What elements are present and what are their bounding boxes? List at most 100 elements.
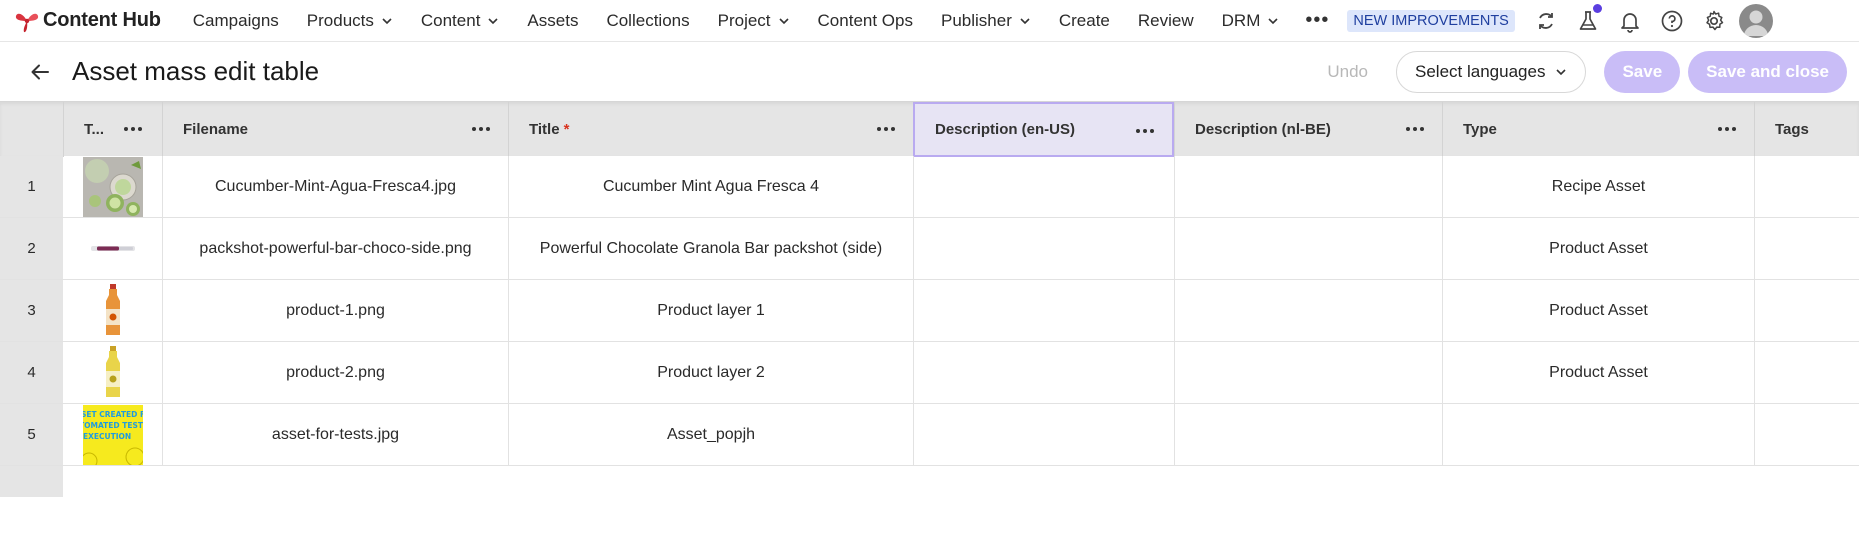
cell-description-nl-be[interactable] (1174, 342, 1442, 403)
column-menu-icon[interactable] (877, 122, 895, 136)
nav-label: Publisher (940, 10, 1012, 30)
cell-description-nl-be[interactable] (1174, 280, 1442, 341)
nav-campaigns[interactable]: Campaigns (179, 0, 293, 42)
refresh-button[interactable] (1525, 0, 1567, 42)
nav-label: Project (717, 10, 771, 30)
notifications-button[interactable] (1609, 0, 1651, 42)
nav-content[interactable]: Content (407, 0, 514, 42)
column-header-thumbnail[interactable]: T... (63, 102, 162, 157)
nav-review[interactable]: Review (1124, 0, 1208, 42)
column-menu-icon[interactable] (124, 122, 142, 136)
column-header-description-en-us[interactable]: Description (en-US) (913, 102, 1174, 157)
page-title: Asset mass edit table (72, 56, 320, 86)
row-number: 3 (0, 280, 63, 341)
chevron-down-icon (1020, 17, 1030, 24)
content-hub-logo-icon (15, 13, 39, 32)
asset-thumbnail-cucumber[interactable] (83, 157, 143, 217)
column-header-description-nl-be[interactable]: Description (nl-BE) (1174, 102, 1442, 157)
column-label: T... (84, 121, 105, 138)
save-button[interactable]: Save (1604, 50, 1681, 93)
nav-project[interactable]: Project (704, 0, 804, 42)
cell-title[interactable]: Product layer 1 (508, 280, 913, 341)
cell-type[interactable]: Product Asset (1442, 342, 1754, 403)
nav-create[interactable]: Create (1045, 0, 1124, 42)
column-header-filename[interactable]: Filename (162, 102, 508, 157)
nav-assets[interactable]: Assets (513, 0, 592, 42)
cell-type[interactable]: Product Asset (1442, 280, 1754, 341)
granola-bar-image (83, 219, 143, 279)
cell-tags[interactable] (1754, 404, 1859, 465)
back-button[interactable] (20, 52, 60, 92)
nav-products[interactable]: Products (293, 0, 407, 42)
save-and-close-button[interactable]: Save and close (1688, 50, 1847, 93)
cucumber-drink-image (83, 157, 143, 217)
cell-title[interactable]: Product layer 2 (508, 342, 913, 403)
labs-button[interactable] (1567, 0, 1609, 42)
gear-icon (1706, 10, 1724, 30)
help-icon (1661, 10, 1683, 31)
cell-filename[interactable]: asset-for-tests.jpg (162, 404, 508, 465)
cell-type[interactable]: Product Asset (1442, 218, 1754, 279)
nav-content-ops[interactable]: Content Ops (804, 0, 927, 42)
column-header-type[interactable]: Type (1442, 102, 1754, 157)
header-actions: Undo Select languages Save Save and clos… (1327, 50, 1847, 93)
cell-filename[interactable]: Cucumber-Mint-Agua-Fresca4.jpg (162, 156, 508, 217)
cell-description-en-us[interactable] (913, 342, 1174, 403)
row-number: 2 (0, 218, 63, 279)
cell-title[interactable]: Cucumber Mint Agua Fresca 4 (508, 156, 913, 217)
column-menu-icon[interactable] (1718, 122, 1736, 136)
asset-thumbnail-product-1[interactable] (83, 281, 143, 341)
row-number: 4 (0, 342, 63, 403)
cell-title[interactable]: Asset_popjh (508, 404, 913, 465)
brand-name: Content Hub (43, 9, 161, 31)
cell-description-en-us[interactable] (913, 280, 1174, 341)
cell-tags[interactable] (1754, 218, 1859, 279)
cell-filename[interactable]: product-2.png (162, 342, 508, 403)
cell-description-nl-be[interactable] (1174, 404, 1442, 465)
column-header-title[interactable]: Title * (508, 102, 913, 157)
nav-label: Collections (606, 10, 690, 30)
column-label: Tags (1775, 121, 1809, 138)
nav-more-button[interactable]: ••• (1293, 0, 1341, 42)
asset-thumbnail-test-poster[interactable]: SET CREATED FOR TOMATED TESTS EXECUTION (83, 405, 143, 465)
cell-tags[interactable] (1754, 156, 1859, 217)
undo-button[interactable]: Undo (1327, 62, 1368, 82)
asset-thumbnail-product-2[interactable] (83, 343, 143, 403)
nav-drm[interactable]: DRM (1208, 0, 1294, 42)
column-label: Description (en-US) (935, 121, 1076, 138)
nav-label: Create (1058, 10, 1110, 30)
nav-publisher[interactable]: Publisher (927, 0, 1045, 42)
cell-title[interactable]: Powerful Chocolate Granola Bar packshot … (508, 218, 913, 279)
help-button[interactable] (1651, 0, 1693, 42)
cell-description-en-us[interactable] (913, 156, 1174, 217)
column-menu-icon[interactable] (1136, 124, 1154, 138)
cell-type[interactable] (1442, 404, 1754, 465)
cell-filename[interactable]: packshot-powerful-bar-choco-side.png (162, 218, 508, 279)
brand-logo[interactable]: Content Hub (14, 8, 161, 34)
nav-label: Review (1137, 10, 1194, 30)
asset-thumbnail-granola-bar[interactable] (83, 219, 143, 279)
settings-button[interactable] (1693, 0, 1735, 42)
nav-label: Products (306, 10, 374, 30)
cell-tags[interactable] (1754, 280, 1859, 341)
cell-description-nl-be[interactable] (1174, 218, 1442, 279)
language-select[interactable]: Select languages (1396, 50, 1587, 93)
table-row: 2 packshot-powerful-bar-choco-side.png P… (0, 218, 1859, 280)
bell-icon (1621, 12, 1639, 33)
column-menu-icon[interactable] (1406, 122, 1424, 136)
nav-label: Assets (527, 10, 579, 30)
new-improvements-badge[interactable]: NEW IMPROVEMENTS (1347, 9, 1515, 32)
row-number: 1 (0, 156, 63, 217)
column-header-tags[interactable]: Tags (1754, 102, 1859, 157)
column-menu-icon[interactable] (472, 122, 490, 136)
cell-description-nl-be[interactable] (1174, 156, 1442, 217)
refresh-icon (1538, 12, 1553, 29)
nav-label: DRM (1221, 10, 1261, 30)
cell-description-en-us[interactable] (913, 218, 1174, 279)
cell-type[interactable]: Recipe Asset (1442, 156, 1754, 217)
cell-tags[interactable] (1754, 342, 1859, 403)
avatar[interactable] (1738, 3, 1773, 38)
cell-description-en-us[interactable] (913, 404, 1174, 465)
nav-collections[interactable]: Collections (592, 0, 703, 42)
cell-filename[interactable]: product-1.png (162, 280, 508, 341)
